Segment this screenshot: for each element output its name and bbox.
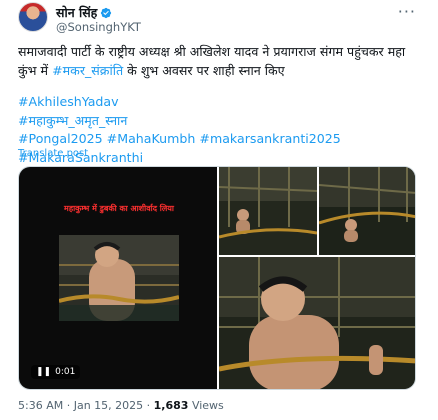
- views-count: 1,683: [153, 399, 189, 412]
- pause-icon[interactable]: ❚❚: [36, 367, 51, 377]
- avatar[interactable]: [18, 2, 48, 32]
- post-text: समाजवादी पार्टी के राष्ट्रीय अध्यक्ष श्र…: [18, 42, 423, 80]
- post-meta: 5:36 AM · Jan 15, 2025 · 1,683 Views: [18, 399, 224, 412]
- post-time[interactable]: 5:36 AM: [18, 399, 63, 412]
- hashtag-link[interactable]: #AkhileshYadav: [18, 94, 119, 109]
- hashtag-link[interactable]: #MahaKumbh: [107, 131, 196, 146]
- views-label: Views: [191, 399, 224, 412]
- media-image[interactable]: [219, 257, 415, 389]
- author-display-name[interactable]: सोन सिंह: [56, 4, 97, 21]
- video-player[interactable]: महाकुम्भ में डुबकी का आशीर्वाद लिया ❚❚ 0…: [19, 167, 217, 389]
- author-name-line[interactable]: सोन सिंह: [56, 4, 112, 21]
- media-image[interactable]: [319, 167, 415, 255]
- translate-post-link[interactable]: Translate post: [18, 148, 88, 159]
- video-overlay-text: महाकुम्भ में डुबकी का आशीर्वाद लिया: [64, 204, 174, 213]
- video-thumbnail: [59, 235, 179, 321]
- post-text-part2: के शुभ अवसर पर शाही स्नान किए: [123, 63, 285, 78]
- hashtag-link[interactable]: #मकर_संक्रांति: [52, 63, 123, 78]
- video-time: 0:01: [55, 367, 76, 377]
- post-date[interactable]: Jan 15, 2025: [74, 399, 143, 412]
- author-handle[interactable]: @SonsinghYKT: [56, 20, 141, 34]
- hashtag-link[interactable]: #makarsankranti2025: [199, 131, 340, 146]
- more-options-icon[interactable]: ···: [398, 2, 416, 21]
- hashtag-link[interactable]: #Pongal2025: [18, 131, 103, 146]
- media-image[interactable]: [219, 167, 317, 255]
- hashtag-link[interactable]: #महाकुम्भ_अमृत_स्नान: [18, 113, 127, 128]
- video-time-badge: ❚❚ 0:01: [31, 365, 81, 379]
- verified-badge-icon: [101, 7, 112, 18]
- media-grid: महाकुम्भ में डुबकी का आशीर्वाद लिया ❚❚ 0…: [18, 166, 416, 390]
